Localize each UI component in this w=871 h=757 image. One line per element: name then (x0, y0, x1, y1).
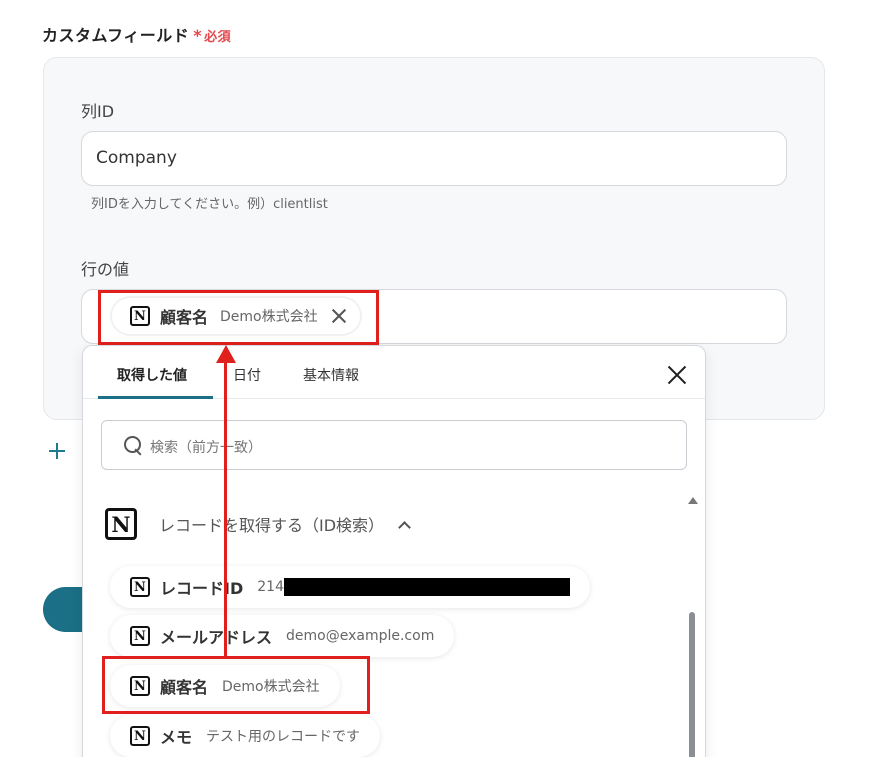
close-icon[interactable] (666, 364, 688, 386)
column-id-input[interactable]: Company (81, 131, 787, 186)
row-value-label: 行の値 (81, 260, 130, 279)
notion-icon: N (130, 726, 150, 746)
group-label: レコードを取得する（ID検索） (159, 516, 385, 535)
scroll-up-arrow-icon[interactable] (688, 497, 698, 504)
tab-basic-info[interactable]: 基本情報 (303, 365, 359, 385)
annotation-arrow-line (224, 360, 227, 656)
column-id-label: 列ID (81, 102, 115, 121)
item-name: レコードID (160, 579, 244, 598)
scrollbar-thumb[interactable] (689, 612, 695, 757)
item-value: demo@example.com (286, 628, 435, 644)
required-star: * (193, 26, 203, 45)
column-id-hint: 列IDを入力してください。例）clientlist (91, 197, 328, 212)
highlight-box-chip (98, 290, 379, 345)
tab-date[interactable]: 日付 (233, 365, 261, 385)
add-field-plus-icon[interactable] (46, 440, 68, 462)
item-name: メールアドレス (160, 628, 273, 647)
tab-acquired-values[interactable]: 取得した値 (117, 365, 187, 385)
section-title: カスタムフィールド * 必須 (42, 22, 231, 46)
section-title-text: カスタムフィールド (42, 26, 190, 45)
search-placeholder: 検索（前方一致） (150, 440, 262, 456)
item-name: メモ (160, 728, 193, 747)
chevron-up-icon[interactable] (398, 520, 411, 534)
redacted-bar (283, 578, 570, 596)
active-tab-indicator (98, 396, 213, 399)
annotation-arrow-head (216, 345, 236, 363)
highlight-box-item (102, 656, 370, 714)
group-header[interactable]: N レコードを取得する（ID検索） (105, 508, 411, 540)
list-item-record-id[interactable]: N レコードID 214 (110, 566, 590, 608)
required-label: 必須 (204, 30, 232, 45)
search-input[interactable]: 検索（前方一致） (101, 420, 687, 470)
search-icon (124, 436, 142, 454)
notion-icon: N (130, 626, 150, 646)
column-id-value: Company (96, 148, 177, 168)
notion-icon: N (105, 508, 137, 540)
item-value: テスト用のレコードです (206, 729, 361, 745)
picker-tabs: 取得した値 日付 基本情報 (83, 346, 705, 399)
list-item-email[interactable]: N メールアドレス demo@example.com (110, 615, 455, 657)
list-item-memo[interactable]: N メモ テスト用のレコードです (110, 715, 381, 757)
item-value: 214 (257, 579, 284, 595)
notion-icon: N (130, 577, 150, 597)
